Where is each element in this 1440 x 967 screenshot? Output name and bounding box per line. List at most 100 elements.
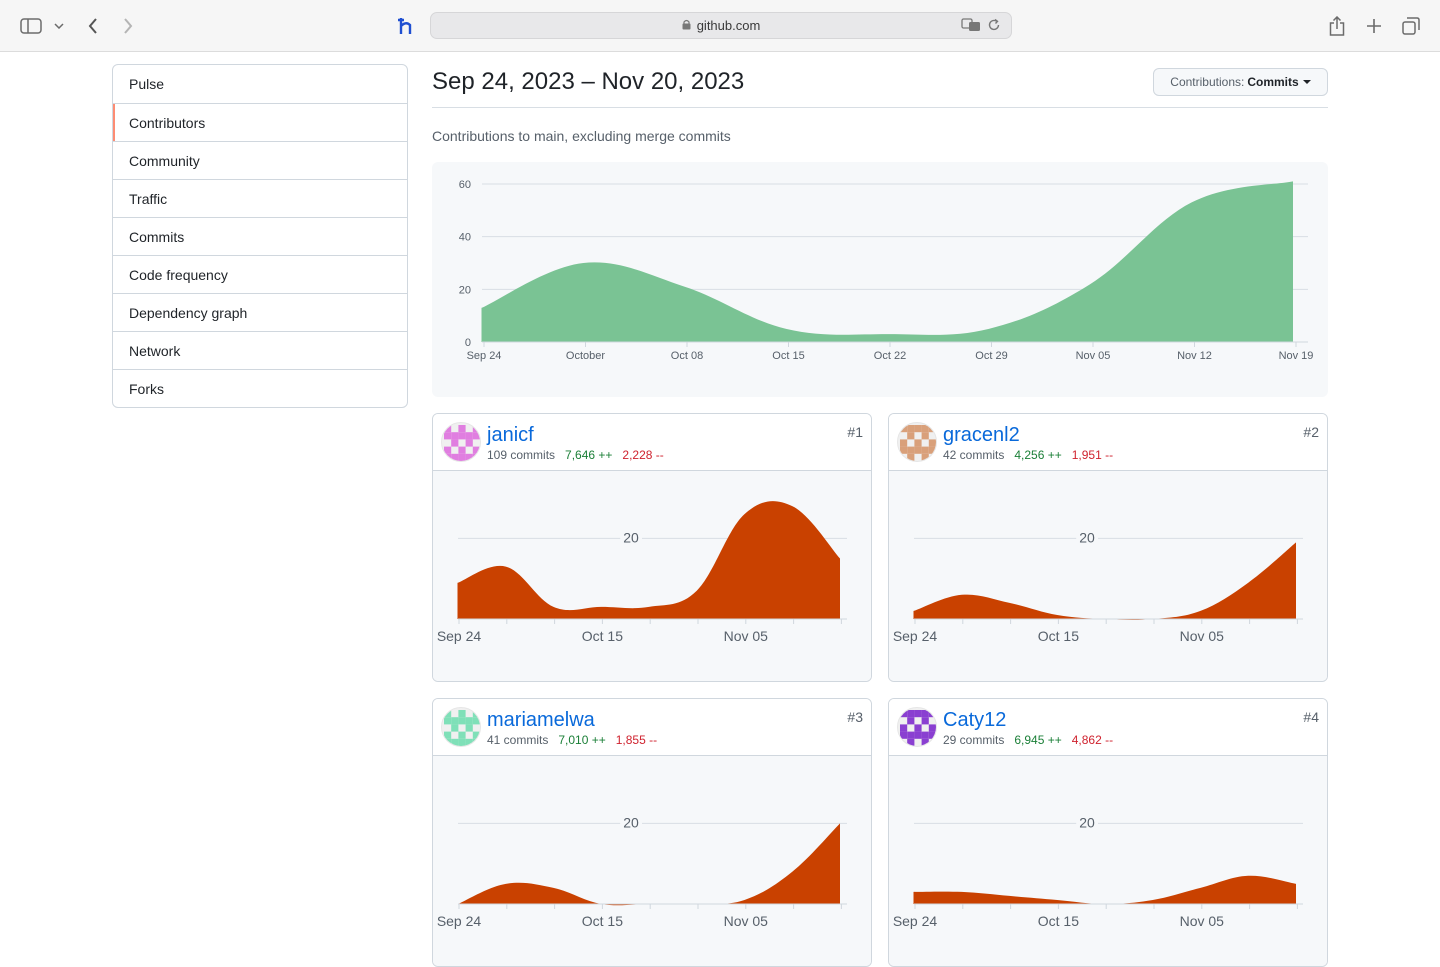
contributions-area	[482, 181, 1293, 342]
back-icon[interactable]	[82, 12, 104, 40]
avatar[interactable]	[441, 707, 481, 747]
identicon-cell	[458, 432, 466, 440]
deletions-count: 1,951 --	[1071, 448, 1114, 462]
identicon-cell	[900, 425, 908, 433]
identicon-cell	[472, 425, 480, 433]
browser-toolbar: github.com	[0, 0, 1440, 52]
contributor-name-link[interactable]: Caty12	[943, 709, 1006, 732]
contributor-name-link[interactable]: janicf	[487, 424, 534, 447]
identicon-cell	[458, 738, 466, 746]
deletions-count: 2,228 --	[622, 448, 664, 462]
commit-count[interactable]: 109 commits	[487, 448, 555, 462]
header-divider	[432, 107, 1328, 108]
identicon-cell	[458, 453, 466, 461]
identicon-cell	[921, 717, 929, 725]
address-bar[interactable]: github.com	[430, 12, 1012, 39]
reload-icon[interactable]	[987, 18, 1001, 35]
x-tick-label: Nov 05	[1076, 350, 1111, 362]
identicon-cell	[907, 425, 915, 433]
identicon-cell	[472, 710, 480, 718]
sidebar-item-code-frequency[interactable]: Code frequency	[113, 255, 407, 293]
identicon-cell	[451, 724, 459, 732]
sidebar-item-traffic[interactable]: Traffic	[113, 179, 407, 217]
avatar[interactable]	[441, 422, 481, 462]
contributor-card-header: janicf 109 commits 7,646 ++ 2,228 -- #1	[433, 414, 871, 471]
extension-h-icon[interactable]	[394, 12, 418, 40]
identicon-cell	[914, 731, 922, 739]
translate-icon[interactable]	[961, 18, 981, 35]
identicon-cell	[914, 710, 922, 718]
contributor-rank: #2	[1303, 424, 1319, 440]
avatar[interactable]	[897, 707, 937, 747]
identicon-cell	[900, 439, 908, 447]
identicon-cell	[472, 738, 480, 746]
chevron-down-icon[interactable]	[52, 12, 66, 40]
contributions-chart-svg: 0 20 40 60 Sep 24 October Oct 08 Oct 15 Oct 22 Oc…	[459, 179, 1314, 362]
additions-count: 4,256 ++	[1014, 448, 1062, 462]
identicon-cell	[472, 717, 480, 725]
identicon-cell	[458, 446, 466, 454]
avatar-identicon	[900, 425, 936, 461]
identicon-cell	[921, 446, 929, 454]
identicon-cell	[900, 446, 908, 454]
identicon-cell	[900, 710, 908, 718]
commit-count[interactable]: 41 commits	[487, 733, 548, 747]
contributor-name-link[interactable]: gracenl2	[943, 424, 1020, 447]
contributor-card: mariamelwa 41 commits 7,010 ++ 1,855 -- #3 20…	[432, 698, 872, 967]
x-tick-label: Nov 05	[724, 628, 769, 644]
x-tick-label: Oct 22	[874, 350, 906, 362]
share-icon[interactable]	[1326, 12, 1348, 40]
sidebar-item-commits[interactable]: Commits	[113, 217, 407, 255]
contributions-chart: 0 20 40 60 Sep 24 October Oct 08 Oct 15 Oct 22 Oc…	[432, 162, 1328, 397]
sidebar-item-network[interactable]: Network	[113, 331, 407, 369]
contributor-chart-svg: 20 Sep 24 Oct 15 Nov 05	[893, 529, 1303, 644]
forward-icon[interactable]	[117, 12, 139, 40]
x-tick-label: Nov 12	[1177, 350, 1212, 362]
sidebar-item-dependency-graph[interactable]: Dependency graph	[113, 293, 407, 331]
x-tick-label: Sep 24	[467, 350, 502, 362]
tab-overview-icon[interactable]	[1400, 12, 1422, 40]
contributions-select-prefix: Contributions:	[1170, 75, 1245, 89]
contributor-area	[458, 823, 840, 906]
identicon-cell	[914, 446, 922, 454]
contributor-chart-svg: 20 Sep 24 Oct 15 Nov 05	[437, 814, 847, 929]
x-tick-label: Sep 24	[437, 913, 482, 929]
identicon-cell	[444, 717, 452, 725]
identicon-cell	[472, 453, 480, 461]
identicon-cell	[451, 717, 459, 725]
x-tick-label: Nov 19	[1279, 350, 1314, 362]
identicon-cell	[921, 710, 929, 718]
contributions-select[interactable]: Contributions: Commits	[1153, 68, 1328, 96]
y-tick-label: 20	[1079, 814, 1095, 830]
contributor-area	[458, 501, 840, 619]
sidebar-item-contributors[interactable]: Contributors	[113, 103, 407, 141]
contributor-stats: 42 commits 4,256 ++ 1,951 --	[943, 448, 1113, 462]
identicon-cell	[451, 439, 459, 447]
avatar[interactable]	[897, 422, 937, 462]
identicon-cell	[928, 731, 936, 739]
contributor-chart: 20 Sep 24 Oct 15 Nov 05	[433, 756, 871, 966]
caret-down-icon	[1302, 80, 1311, 84]
sidebar-item-forks[interactable]: Forks	[113, 369, 407, 407]
sidebar-item-pulse[interactable]: Pulse	[113, 65, 407, 103]
commit-count[interactable]: 29 commits	[943, 733, 1004, 747]
identicon-cell	[451, 432, 459, 440]
identicon-cell	[907, 717, 915, 725]
contributor-name-link[interactable]: mariamelwa	[487, 709, 595, 732]
identicon-cell	[451, 453, 459, 461]
sidebar-toggle-icon[interactable]	[18, 12, 44, 40]
identicon-cell	[900, 724, 908, 732]
identicon-cell	[907, 731, 915, 739]
identicon-cell	[900, 731, 908, 739]
x-tick-label: Nov 05	[1180, 628, 1225, 644]
identicon-cell	[928, 425, 936, 433]
avatar-identicon	[444, 425, 480, 461]
contributor-chart: 20 Sep 24 Oct 15 Nov 05	[433, 471, 871, 681]
contributor-stats: 109 commits 7,646 ++ 2,228 --	[487, 448, 664, 462]
identicon-cell	[914, 724, 922, 732]
commit-count[interactable]: 42 commits	[943, 448, 1004, 462]
identicon-cell	[465, 717, 473, 725]
sidebar-item-community[interactable]: Community	[113, 141, 407, 179]
new-tab-icon[interactable]	[1363, 12, 1385, 40]
additions-count: 7,010 ++	[558, 733, 606, 747]
